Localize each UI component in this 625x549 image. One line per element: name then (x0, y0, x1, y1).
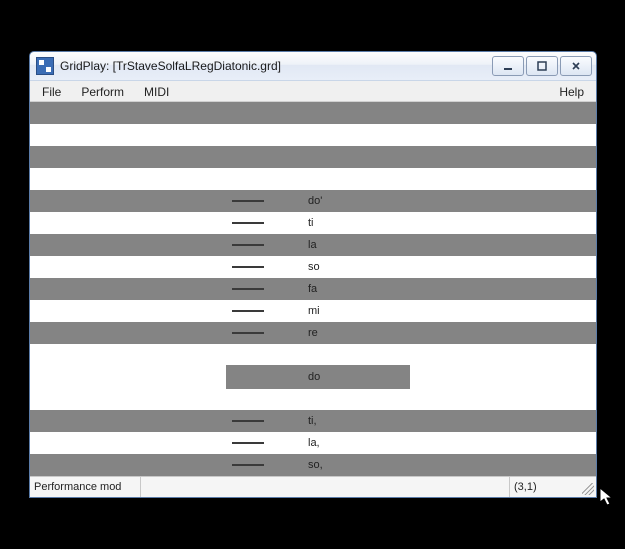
status-bar: Performance mod (3,1) (30, 476, 596, 497)
status-middle (141, 477, 510, 497)
menu-spacer (179, 81, 549, 101)
row-label: ti (308, 217, 314, 229)
row-label: so, (308, 459, 323, 471)
mouse-cursor-icon (599, 487, 615, 507)
title-bar[interactable]: GridPlay: [TrStaveSolfaLRegDiatonic.grd] (30, 52, 596, 81)
menu-perform[interactable]: Perform (71, 81, 134, 101)
row-tick (232, 244, 264, 246)
menu-bar: File Perform MIDI Help (30, 81, 596, 102)
row-tick (232, 442, 264, 444)
row-label: mi (308, 305, 320, 317)
resize-grip[interactable] (580, 477, 596, 497)
app-icon (36, 57, 54, 75)
menu-file[interactable]: File (32, 81, 71, 101)
minimize-icon (503, 61, 513, 71)
row-tick (232, 464, 264, 466)
app-window: GridPlay: [TrStaveSolfaLRegDiatonic.grd]… (29, 51, 597, 498)
window-title: GridPlay: [TrStaveSolfaLRegDiatonic.grd] (60, 59, 492, 73)
row-label: ti, (308, 415, 317, 427)
row-tick (232, 288, 264, 290)
row-label: fa (308, 283, 317, 295)
menu-midi[interactable]: MIDI (134, 81, 179, 101)
row-label: do' (308, 195, 322, 207)
maximize-icon (537, 61, 547, 71)
menu-help[interactable]: Help (549, 81, 594, 101)
status-mode: Performance mod (30, 477, 141, 497)
row-tick (232, 266, 264, 268)
close-icon (571, 61, 581, 71)
row-tick (232, 310, 264, 312)
status-coord: (3,1) (510, 477, 580, 497)
window-controls (492, 56, 592, 76)
grid-canvas[interactable]: do' ti la so fa mi re do ti, la, so, (30, 102, 596, 476)
grid-row[interactable] (30, 146, 596, 168)
row-tick (232, 332, 264, 334)
row-label: re (308, 327, 318, 339)
row-tick (232, 200, 264, 202)
row-tick (232, 222, 264, 224)
grid-row[interactable] (30, 102, 596, 124)
minimize-button[interactable] (492, 56, 524, 76)
close-button[interactable] (560, 56, 592, 76)
row-label: la (308, 239, 317, 251)
row-label: la, (308, 437, 320, 449)
row-label: do (308, 371, 320, 383)
row-tick (232, 420, 264, 422)
maximize-button[interactable] (526, 56, 558, 76)
row-label: so (308, 261, 320, 273)
